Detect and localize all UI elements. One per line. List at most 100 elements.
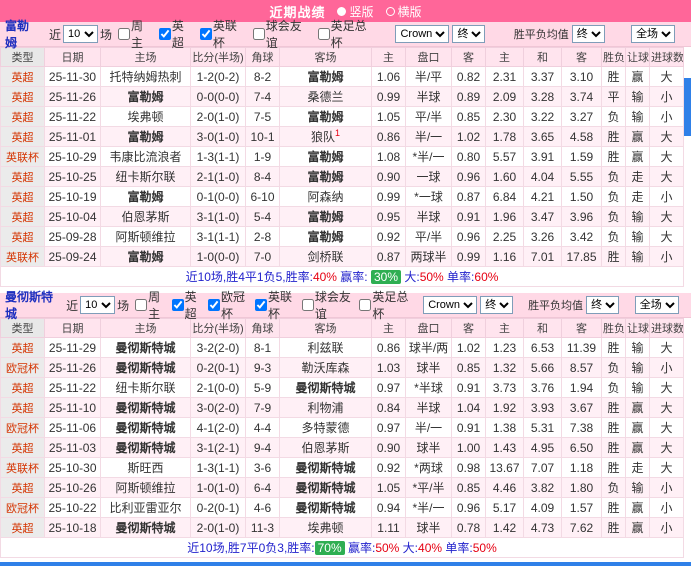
cell-home[interactable]: 斯旺西 — [100, 457, 191, 478]
checkbox[interactable] — [158, 28, 171, 40]
cell-away[interactable]: 利物浦 — [279, 397, 372, 418]
cell-away[interactable]: 桑德兰 — [279, 86, 372, 107]
cell-o2: 1.04 — [451, 397, 486, 418]
cell-home[interactable]: 埃弗顿 — [100, 106, 191, 127]
team-name-link[interactable]: 富勒姆 — [5, 17, 41, 51]
cell-ou: 大 — [649, 417, 684, 438]
avg-time-select[interactable]: 终 — [586, 296, 620, 314]
team-name-link[interactable]: 曼彻斯特城 — [5, 288, 58, 322]
scope-select[interactable]: 全场 — [634, 296, 679, 314]
cell-o1: 0.86 — [371, 337, 406, 358]
layout-option-horizontal[interactable]: 横版 — [385, 3, 422, 20]
cell-a3: 17.85 — [561, 246, 602, 267]
cell-a3: 1.50 — [561, 186, 602, 207]
cell-away[interactable]: 富勒姆 — [279, 166, 372, 187]
filter-checkbox[interactable]: 英超 — [171, 288, 204, 322]
cell-home[interactable]: 纽卡斯尔联 — [100, 377, 191, 398]
cell-home[interactable]: 曼彻斯特城 — [100, 397, 191, 418]
filter-checkbox[interactable]: 球会友谊 — [252, 17, 314, 51]
cell-away[interactable]: 曼彻斯特城 — [279, 377, 372, 398]
checkbox[interactable] — [117, 28, 130, 40]
filter-checkbox[interactable]: 英联杯 — [254, 288, 298, 322]
summary-part: 40% — [418, 541, 443, 555]
cell-cover: 赢 — [625, 437, 650, 458]
filter-checkbox[interactable]: 英足总杯 — [317, 17, 379, 51]
odds-time-select[interactable]: 终 — [452, 25, 486, 43]
horizontal-scrollbar[interactable] — [0, 562, 691, 566]
checkbox[interactable] — [208, 299, 221, 311]
col-header: 让球 — [625, 47, 650, 67]
cell-home[interactable]: 阿斯顿维拉 — [100, 226, 191, 247]
cell-corners: 4-4 — [245, 417, 280, 438]
filter-checkbox[interactable]: 英足总杯 — [359, 288, 412, 322]
cell-away[interactable]: 曼彻斯特城 — [279, 477, 372, 498]
checkbox[interactable] — [359, 299, 372, 311]
cell-away[interactable]: 阿森纳 — [279, 186, 372, 207]
cell-home[interactable]: 韦康比流浪者 — [100, 146, 191, 167]
checkbox[interactable] — [199, 28, 212, 40]
cell-away[interactable]: 富勒姆 — [279, 206, 372, 227]
filter-checkbox[interactable]: 欧冠杯 — [208, 288, 251, 322]
cell-home[interactable]: 富勒姆 — [100, 186, 191, 207]
recent-count-select[interactable]: 10 — [80, 296, 116, 314]
cell-away[interactable]: 利兹联 — [279, 337, 372, 358]
bookmaker-select[interactable]: Crown — [423, 296, 478, 314]
cell-away[interactable]: 剑桥联 — [279, 246, 372, 267]
league-filters: 周主 英超 欧冠杯 英联杯 球会友谊 英足总杯 — [135, 288, 417, 322]
checkbox[interactable] — [317, 28, 330, 40]
match-row: 英超 25-10-18 曼彻斯特城 2-0(1-0) 11-3 埃弗顿 1.11 球半 0.78… — [0, 517, 684, 538]
cell-o1: 0.92 — [371, 457, 406, 478]
cell-away[interactable]: 富勒姆 — [279, 146, 372, 167]
cell-hcp: 球半/两 — [405, 337, 452, 358]
cell-home[interactable]: 阿斯顿维拉 — [100, 477, 191, 498]
cell-home[interactable]: 托特纳姆热刺 — [100, 66, 191, 87]
scope-select[interactable]: 全场 — [631, 25, 676, 43]
cell-a2: 3.65 — [523, 126, 562, 147]
cell-away[interactable]: 富勒姆 — [279, 106, 372, 127]
filter-checkbox[interactable]: 周主 — [135, 288, 167, 322]
filter-checkbox[interactable]: 英联杯 — [199, 17, 249, 51]
checkbox[interactable] — [171, 299, 184, 311]
cell-away[interactable]: 富勒姆 — [279, 226, 372, 247]
cell-score: 1-0(0-0) — [190, 246, 246, 267]
checkbox[interactable] — [254, 299, 267, 311]
odds-time-select[interactable]: 终 — [480, 296, 514, 314]
cell-home[interactable]: 富勒姆 — [100, 246, 191, 267]
cell-home[interactable]: 纽卡斯尔联 — [100, 166, 191, 187]
checkbox[interactable] — [301, 299, 314, 311]
cell-home[interactable]: 曼彻斯特城 — [100, 437, 191, 458]
avg-time-select[interactable]: 终 — [571, 25, 605, 43]
cell-home[interactable]: 曼彻斯特城 — [100, 357, 191, 378]
cell-home[interactable]: 比利亚雷亚尔 — [100, 497, 191, 518]
cell-away[interactable]: 曼彻斯特城 — [279, 457, 372, 478]
cell-away[interactable]: 多特蒙德 — [279, 417, 372, 438]
cell-home[interactable]: 伯恩茅斯 — [100, 206, 191, 227]
cell-o1: 0.97 — [371, 417, 406, 438]
filter-checkbox[interactable]: 周主 — [117, 17, 155, 51]
cell-away[interactable]: 埃弗顿 — [279, 517, 372, 538]
checkbox[interactable] — [252, 28, 265, 40]
checkbox[interactable] — [135, 299, 148, 311]
filter-checkbox[interactable]: 球会友谊 — [301, 288, 355, 322]
recent-count-select[interactable]: 10 — [62, 25, 98, 43]
cell-home[interactable]: 曼彻斯特城 — [100, 517, 191, 538]
cell-away[interactable]: 勒沃库森 — [279, 357, 372, 378]
avg-odds-controls: 胜平负均值 终 — [520, 296, 628, 314]
bookmaker-select[interactable]: Crown — [395, 25, 450, 43]
cell-home[interactable]: 富勒姆 — [100, 126, 191, 147]
cell-home[interactable]: 富勒姆 — [100, 86, 191, 107]
cell-home[interactable]: 曼彻斯特城 — [100, 417, 191, 438]
cell-away[interactable]: 曼彻斯特城 — [279, 497, 372, 518]
vertical-scrollbar-thumb[interactable] — [684, 78, 691, 136]
cell-a2: 4.04 — [523, 166, 562, 187]
match-row: 英超 25-10-04 伯恩茅斯 3-1(1-0) 5-4 富勒姆 0.95 半球 0.91 1.… — [0, 206, 684, 227]
cell-home[interactable]: 曼彻斯特城 — [100, 337, 191, 358]
cell-date: 25-10-30 — [44, 457, 101, 478]
cell-o2: 1.02 — [451, 126, 486, 147]
filter-checkbox[interactable]: 英超 — [158, 17, 196, 51]
cell-corners: 4-6 — [245, 497, 280, 518]
cell-away[interactable]: 伯恩茅斯 — [279, 437, 372, 458]
match-row: 英超 25-10-25 纽卡斯尔联 2-1(1-0) 8-4 富勒姆 0.90 一球 0.96 1… — [0, 166, 684, 187]
cell-away[interactable]: 狼队1 — [279, 126, 372, 147]
cell-away[interactable]: 富勒姆 — [279, 66, 372, 87]
